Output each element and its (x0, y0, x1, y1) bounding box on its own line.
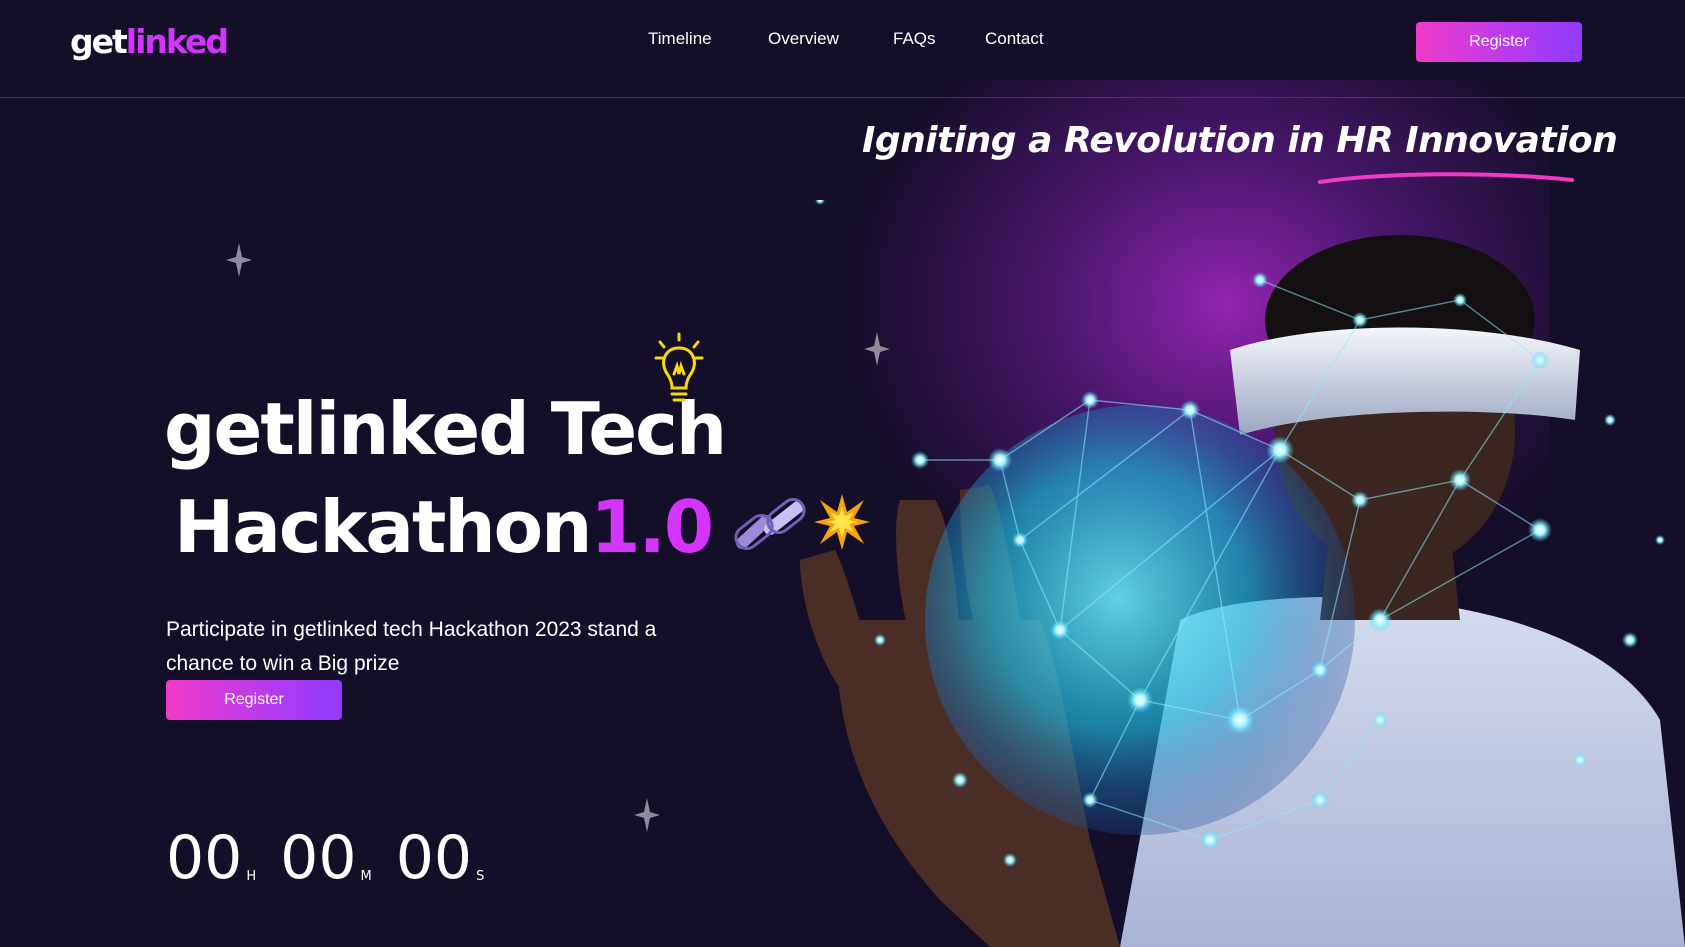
countdown-minutes-unit: M (360, 869, 372, 884)
countdown-seconds-unit: S (476, 869, 485, 884)
nav-link-timeline[interactable]: Timeline (648, 29, 712, 49)
nav-link-overview[interactable]: Overview (768, 29, 839, 49)
logo-part-get: get (70, 22, 128, 61)
logo-part-linked: linked (125, 22, 229, 61)
hero-tagline: Igniting a Revolution in HR Innovation (862, 120, 1618, 161)
nav-link-contact[interactable]: Contact (985, 29, 1044, 49)
hero-title-line2: Hackathon1.0 (164, 478, 725, 576)
countdown-seconds: 00 (395, 823, 473, 893)
chain-link-icon (734, 497, 806, 551)
sparkle-burst-icon (814, 494, 870, 550)
hero-title: getlinked Tech Hackathon1.0 (164, 380, 727, 576)
countdown-minutes: 00 (280, 823, 357, 893)
hero-title-hackathon: Hackathon (174, 485, 592, 569)
hero-title-line1: getlinked Tech (164, 387, 727, 471)
countdown-timer: 00 H 00 M 00 S (166, 828, 508, 888)
nav-link-faqs[interactable]: FAQs (893, 29, 936, 49)
star-icon (634, 798, 660, 832)
star-icon (864, 332, 890, 366)
hero-title-version: 1.0 (590, 485, 714, 569)
star-icon (226, 243, 252, 277)
hero-description: Participate in getlinked tech Hackathon … (166, 618, 657, 675)
nav-register-button[interactable]: Register (1416, 22, 1582, 62)
hero-vr-illustration (800, 200, 1685, 947)
lightbulb-icon (654, 332, 704, 402)
tagline-underline (1318, 172, 1574, 184)
countdown-hours-unit: H (246, 869, 257, 884)
logo[interactable]: getlinked (70, 18, 229, 66)
hero-register-button[interactable]: Register (166, 680, 342, 720)
countdown-hours: 00 (166, 823, 243, 893)
